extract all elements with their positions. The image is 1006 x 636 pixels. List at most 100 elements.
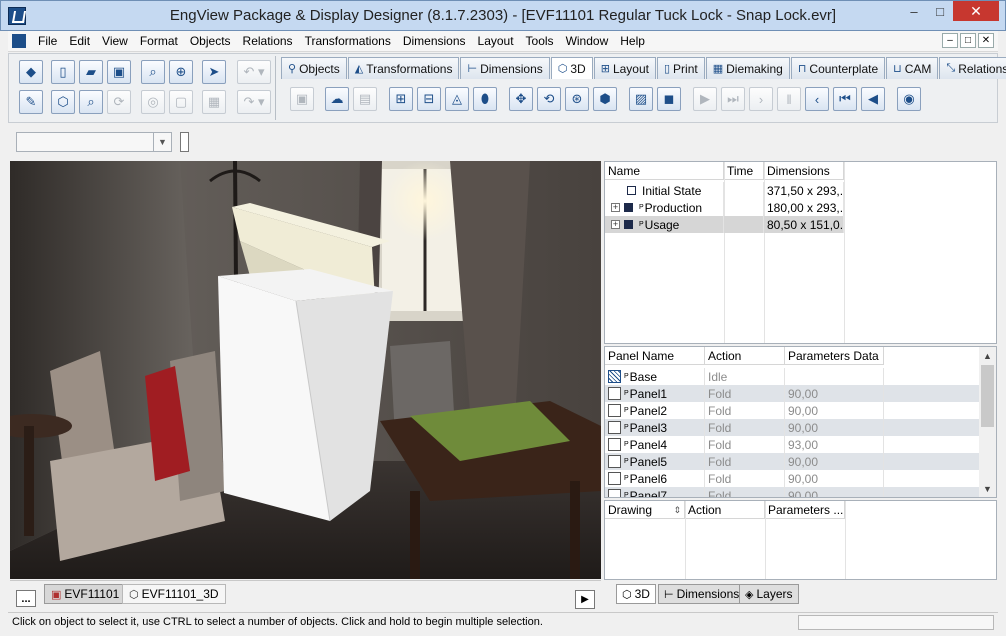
tab-counterplate[interactable]: ⊓ Counterplate — [790, 57, 886, 79]
chevron-down-icon[interactable]: ▼ — [153, 133, 171, 151]
cloud-button[interactable]: ☁ — [325, 87, 349, 111]
tab-objects[interactable]: ⚲ Objects — [281, 57, 347, 79]
menu-edit[interactable]: Edit — [63, 34, 96, 48]
menu-file[interactable]: File — [32, 34, 63, 48]
zoom-icon[interactable]: ⌕ — [141, 60, 165, 84]
table-row[interactable]: Initial State 371,50 x 293,... — [605, 182, 844, 199]
panel-checkbox[interactable] — [608, 370, 621, 383]
menu-format[interactable]: Format — [134, 34, 184, 48]
menu-objects[interactable]: Objects — [184, 34, 237, 48]
rotate-button[interactable]: ⟲ — [537, 87, 561, 111]
export-3d-button[interactable]: ◉ — [897, 87, 921, 111]
menu-help[interactable]: Help — [614, 34, 651, 48]
box-3d-button[interactable]: ⬡ — [51, 90, 75, 114]
save-button[interactable]: ▣ — [107, 60, 131, 84]
header-time[interactable]: Time — [724, 162, 764, 180]
state-combo[interactable]: ▼ — [16, 132, 172, 152]
skip-forward-button[interactable]: ⏭ — [721, 87, 745, 111]
scroll-up-icon[interactable]: ▲ — [979, 347, 996, 364]
tab-dimensions-panel[interactable]: ⊢ Dimensions — [658, 584, 746, 604]
background-image-button[interactable]: ▨ — [629, 87, 653, 111]
copy-state-button[interactable]: ▣ — [290, 87, 314, 111]
scroll-thumb[interactable] — [981, 365, 994, 427]
header-panel-name[interactable]: Panel Name — [605, 347, 705, 365]
new-document-button[interactable]: ▯ — [51, 60, 75, 84]
tab-relations[interactable]: ⤡ Relations — [939, 57, 1006, 79]
skip-back-button[interactable]: ⏮ — [833, 87, 857, 111]
refresh-button[interactable]: ⟳ — [107, 90, 131, 114]
scroll-down-icon[interactable]: ▼ — [979, 480, 996, 497]
menu-dimensions[interactable]: Dimensions — [397, 34, 472, 48]
table-row[interactable]: P Base Idle — [605, 368, 979, 385]
undo-button[interactable]: ↶ ▾ — [237, 60, 271, 84]
tab-dimensions[interactable]: ⊢ Dimensions — [460, 57, 550, 79]
zoom-fit-button[interactable]: ◎ — [141, 90, 165, 114]
table-row[interactable]: + P Production 180,00 x 293,... — [605, 199, 844, 216]
play-back-button[interactable]: ◀ — [861, 87, 885, 111]
menu-tools[interactable]: Tools — [520, 34, 560, 48]
panel-checkbox[interactable] — [608, 404, 621, 417]
panel-checkbox[interactable] — [608, 472, 621, 485]
close-button[interactable]: ✕ — [953, 1, 999, 21]
tab-diemaking[interactable]: ▦ Diemaking — [705, 57, 790, 79]
panel-arrange-button[interactable]: ⊟ — [417, 87, 441, 111]
step-back-button[interactable]: ‹ — [805, 87, 829, 111]
expand-icon[interactable]: + — [611, 220, 620, 229]
minimize-button[interactable]: – — [901, 1, 927, 21]
expand-icon[interactable]: + — [611, 203, 620, 212]
pause-button[interactable]: ‖ — [777, 87, 801, 111]
play-forward-button[interactable]: ▶ — [693, 87, 717, 111]
table-row[interactable]: P Panel2 Fold 90,00 — [605, 402, 979, 419]
engview-logo-button[interactable]: ◆ — [19, 60, 43, 84]
color-button[interactable]: ◼ — [657, 87, 681, 111]
more-button[interactable]: ... — [16, 590, 36, 607]
mdi-close-button[interactable]: ✕ — [978, 33, 994, 48]
3d-viewport[interactable] — [10, 161, 601, 579]
mdi-minimize-button[interactable]: – — [942, 33, 958, 48]
fold-button[interactable]: ◬ — [445, 87, 469, 111]
table-row[interactable]: P Panel6 Fold 90,00 — [605, 470, 979, 487]
tab-3d-panel[interactable]: ⬡ 3D — [616, 584, 656, 604]
tab-cam[interactable]: ⊔ CAM — [886, 57, 939, 79]
tab-print[interactable]: ▯ Print — [656, 57, 705, 79]
header-action[interactable]: Action — [705, 347, 785, 365]
document-menu-icon[interactable] — [12, 34, 26, 48]
cylinder-button[interactable]: ⬮ — [473, 87, 497, 111]
table-row[interactable]: P Panel3 Fold 90,00 — [605, 419, 979, 436]
select-arrow-button[interactable]: ➤ — [202, 60, 226, 84]
panel-checkbox[interactable] — [608, 438, 621, 451]
step-forward-button[interactable]: › — [749, 87, 773, 111]
panel-checkbox[interactable] — [608, 455, 621, 468]
panel-checkbox[interactable] — [608, 489, 621, 497]
move-button[interactable]: ✥ — [509, 87, 533, 111]
maximize-button[interactable]: □ — [927, 1, 953, 21]
page-button[interactable]: ▤ — [353, 87, 377, 111]
cube-view-button[interactable]: ⬢ — [593, 87, 617, 111]
menu-window[interactable]: Window — [560, 34, 615, 48]
header-parameters[interactable]: Parameters ... — [765, 501, 845, 519]
table-row[interactable]: P Panel4 Fold 93,00 — [605, 436, 979, 453]
panel-split-button[interactable]: ⊞ — [389, 87, 413, 111]
panel-checkbox[interactable] — [608, 387, 621, 400]
open-folder-button[interactable]: ▰ — [79, 60, 103, 84]
menu-layout[interactable]: Layout — [472, 34, 520, 48]
zoom-in-icon[interactable]: ⊕ — [169, 60, 193, 84]
table-row[interactable]: P Panel5 Fold 90,00 — [605, 453, 979, 470]
menu-transformations[interactable]: Transformations — [299, 34, 397, 48]
table-row[interactable]: P Panel7 Fold 90,00 — [605, 487, 979, 497]
edit-pen-button[interactable]: ✎ — [19, 90, 43, 114]
doc-tab-evf11101[interactable]: ▣ EVF11101 — [44, 584, 127, 604]
mdi-restore-button[interactable]: □ — [960, 33, 976, 48]
menu-relations[interactable]: Relations — [237, 34, 299, 48]
table-row-selected[interactable]: + P Usage 80,50 x 151,0... — [605, 216, 844, 233]
tab-3d[interactable]: ⬡ 3D — [550, 57, 593, 79]
scroll-right-button[interactable]: ▶ — [575, 590, 595, 609]
header-parameters-data[interactable]: Parameters Data — [785, 347, 884, 365]
zoom-window-button[interactable]: ▢ — [169, 90, 193, 114]
header-action[interactable]: Action — [685, 501, 765, 519]
combo-extra-button[interactable] — [180, 132, 189, 152]
grid-button[interactable]: ▦ — [202, 90, 226, 114]
panels-scrollbar[interactable]: ▲ ▼ — [979, 347, 996, 497]
panel-checkbox[interactable] — [608, 421, 621, 434]
redo-button[interactable]: ↷ ▾ — [237, 90, 271, 114]
